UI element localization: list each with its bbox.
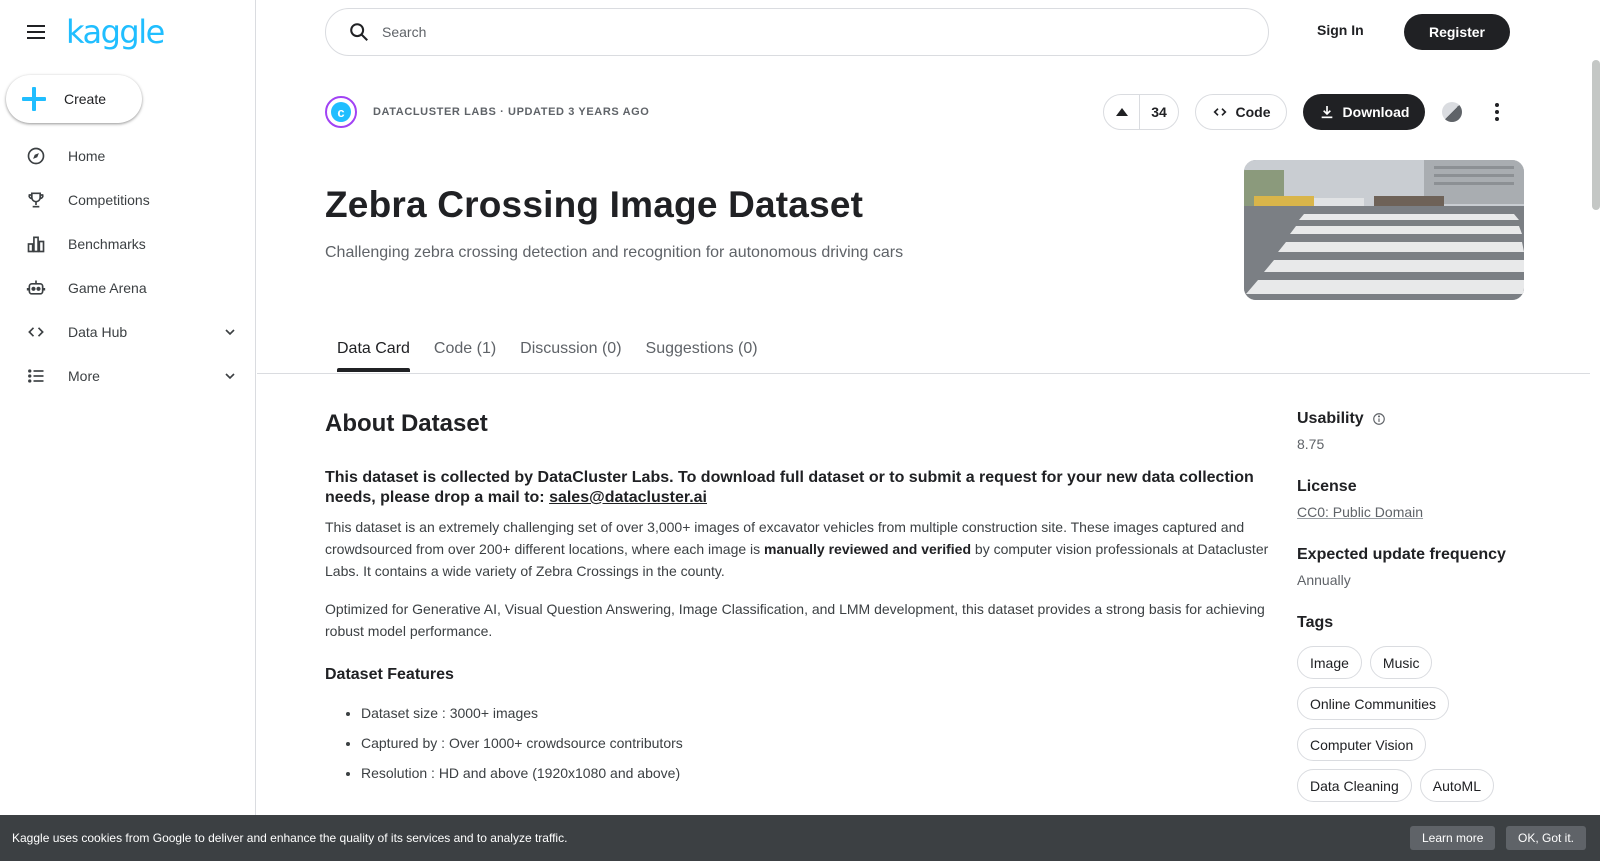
chevron-down-icon[interactable]	[222, 324, 238, 340]
sidebar-item-home[interactable]: Home	[0, 134, 256, 178]
cookie-banner: Kaggle uses cookies from Google to deliv…	[0, 815, 1600, 861]
owner-avatar[interactable]: c	[325, 96, 357, 128]
tab-data-card[interactable]: Data Card	[325, 330, 422, 372]
sign-in-button[interactable]: Sign In	[1317, 22, 1364, 38]
dataset-title: Zebra Crossing Image Dataset	[325, 184, 864, 225]
license-label: License	[1297, 478, 1357, 495]
metadata-panel: Usability 8.75 License CC0: Public Domai…	[1297, 410, 1537, 828]
email-link[interactable]: sales@datacluster.ai	[549, 489, 707, 506]
tag-chip[interactable]: Online Communities	[1297, 687, 1450, 720]
sidebar-item-label: Home	[68, 148, 106, 164]
code-button[interactable]: Code	[1195, 94, 1287, 130]
license-link[interactable]: CC0: Public Domain	[1297, 504, 1537, 520]
sidebar-item-more[interactable]: More	[0, 354, 256, 398]
about-dataset-section: About Dataset This dataset is collected …	[325, 410, 1275, 794]
license-block: License CC0: Public Domain	[1297, 478, 1537, 520]
search-icon	[350, 23, 368, 41]
code-button-label: Code	[1235, 104, 1271, 120]
search-input[interactable]	[382, 24, 1182, 40]
download-icon	[1321, 106, 1332, 119]
main-content: Sign In Register c DATACLUSTER LABS · UP…	[257, 0, 1600, 861]
download-button-label: Download	[1342, 104, 1410, 120]
caret-up-icon	[1115, 108, 1128, 116]
frequency-block: Expected update frequency Annually	[1297, 546, 1537, 588]
chevron-down-icon[interactable]	[222, 368, 238, 384]
usability-block: Usability 8.75	[1297, 410, 1537, 452]
theme-toggle-icon[interactable]	[1442, 102, 1462, 122]
code-icon	[1212, 108, 1227, 116]
download-button[interactable]: Download	[1303, 94, 1425, 130]
tab-code[interactable]: Code (1)	[422, 330, 508, 372]
sidebar-item-data-hub[interactable]: Data Hub	[0, 310, 256, 354]
owner-updated-text: DATACLUSTER LABS · UPDATED 3 YEARS AGO	[373, 106, 650, 118]
usability-label: Usability	[1297, 410, 1364, 427]
sidebar-item-label: Data Hub	[68, 324, 128, 340]
upvote-button[interactable]	[1104, 95, 1140, 129]
sidebar-item-competitions[interactable]: Competitions	[0, 178, 256, 222]
usability-value: 8.75	[1297, 436, 1325, 452]
tag-chip[interactable]: Image	[1297, 646, 1362, 679]
learn-more-button[interactable]: Learn more	[1410, 826, 1496, 850]
bar-chart-icon	[27, 236, 45, 253]
tab-discussion[interactable]: Discussion (0)	[508, 330, 633, 372]
list-item: Resolution : HD and above (1920x1080 and…	[361, 764, 1275, 782]
optimized-paragraph: Optimized for Generative AI, Visual Ques…	[325, 601, 1265, 639]
create-button[interactable]: Create	[6, 75, 142, 123]
tags-label: Tags	[1297, 614, 1334, 631]
more-vert-icon[interactable]	[1485, 100, 1509, 124]
lead-paragraph: This dataset is collected by DataCluster…	[325, 468, 1275, 508]
search-bar[interactable]	[325, 8, 1269, 56]
dataset-cover-image	[1244, 160, 1524, 300]
tab-divider	[257, 373, 1590, 374]
sidebar-item-benchmarks[interactable]: Benchmarks	[0, 222, 256, 266]
code-icon	[28, 327, 44, 337]
cookie-ok-button[interactable]: OK, Got it.	[1506, 826, 1587, 850]
frequency-label: Expected update frequency	[1297, 546, 1506, 563]
plus-icon	[22, 87, 46, 111]
sidebar-header: kaggle	[0, 0, 255, 64]
tag-chip[interactable]: Music	[1369, 646, 1433, 679]
zebra-crossing-photo-icon	[1244, 160, 1524, 300]
features-list: Dataset size : 3000+ images Captured by …	[325, 704, 1275, 782]
trophy-icon	[28, 192, 44, 208]
tag-list: Image Music Online Communities Computer …	[1297, 646, 1527, 802]
tag-chip[interactable]: AutoML	[1419, 769, 1494, 802]
sidebar-item-label: Competitions	[68, 192, 150, 208]
tag-chip[interactable]: Computer Vision	[1297, 728, 1427, 761]
description-paragraph: This dataset is an extremely challenging…	[325, 516, 1275, 582]
list-icon	[28, 369, 44, 383]
compass-icon	[27, 147, 45, 165]
tab-bar: Data Card Code (1) Discussion (0) Sugges…	[325, 330, 770, 372]
menu-icon[interactable]	[24, 20, 48, 44]
tab-suggestions[interactable]: Suggestions (0)	[634, 330, 770, 372]
page-scrollbar[interactable]	[1592, 60, 1600, 210]
vote-widget: 34	[1103, 94, 1179, 130]
sidebar-item-label: Game Arena	[68, 280, 147, 296]
create-label: Create	[64, 91, 107, 107]
tag-chip[interactable]: Data Cleaning	[1297, 769, 1412, 802]
features-heading: Dataset Features	[325, 666, 454, 683]
lead-text: This dataset is collected by DataCluster…	[325, 469, 1254, 506]
robot-icon	[26, 280, 46, 295]
sidebar-item-label: Benchmarks	[68, 236, 146, 252]
list-item: Captured by : Over 1000+ crowdsource con…	[361, 734, 1275, 752]
sidebar-item-label: More	[68, 368, 100, 384]
info-icon[interactable]	[1372, 412, 1386, 426]
sidebar-item-game-arena[interactable]: Game Arena	[0, 266, 256, 310]
about-heading: About Dataset	[325, 410, 488, 437]
owner-avatar-initial: c	[331, 102, 351, 122]
list-item: Dataset size : 3000+ images	[361, 704, 1275, 722]
para-bold-text: manually reviewed and verified	[764, 541, 972, 557]
kaggle-logo[interactable]: kaggle	[66, 16, 165, 48]
vote-count: 34	[1151, 104, 1167, 120]
tags-block: Tags Image Music Online Communities Comp…	[1297, 614, 1537, 802]
usability-heading: Usability	[1297, 410, 1537, 428]
frequency-value: Annually	[1297, 572, 1351, 588]
owner-row: c DATACLUSTER LABS · UPDATED 3 YEARS AGO	[325, 96, 649, 128]
sidebar: kaggle Create Home Competitions Benchmar…	[0, 0, 256, 861]
sidebar-nav: Home Competitions Benchmarks Game Arena …	[0, 134, 256, 398]
register-button[interactable]: Register	[1404, 14, 1510, 50]
dataset-subtitle: Challenging zebra crossing detection and…	[325, 244, 904, 261]
cookie-message: Kaggle uses cookies from Google to deliv…	[12, 831, 568, 845]
